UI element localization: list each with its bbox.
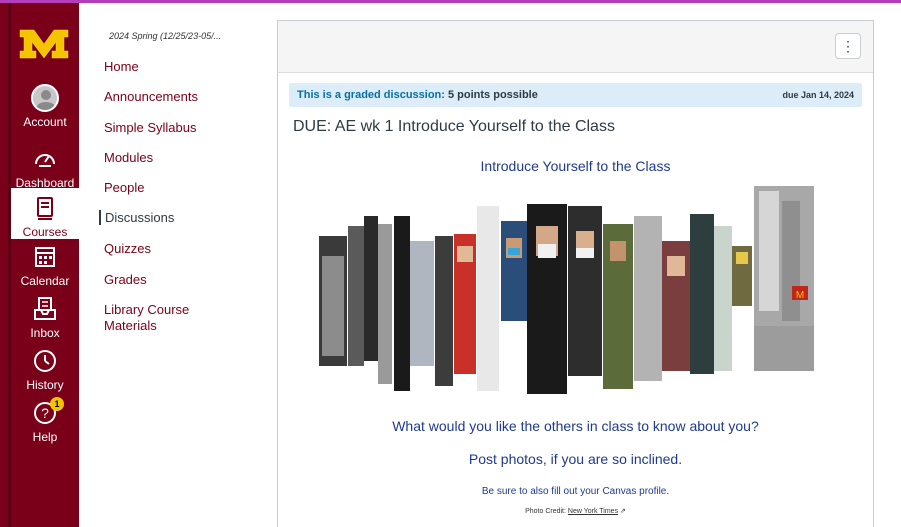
course-nav-people[interactable]: People bbox=[104, 180, 144, 195]
global-nav-history[interactable]: History bbox=[11, 347, 79, 392]
global-nav-inbox-label: Inbox bbox=[30, 326, 60, 340]
global-nav-account[interactable]: Account bbox=[11, 84, 79, 129]
course-nav-home[interactable]: Home bbox=[104, 59, 139, 74]
prompt-question: What would you like the others in class … bbox=[392, 418, 759, 434]
account-avatar-icon bbox=[31, 84, 59, 112]
intro-heading: Introduce Yourself to the Class bbox=[480, 158, 671, 174]
photo-credit-link[interactable]: New York Times bbox=[568, 508, 618, 515]
global-nav-help[interactable]: ? 1 Help bbox=[11, 397, 79, 444]
global-nav-dashboard[interactable]: Dashboard bbox=[11, 145, 79, 190]
photo-credit-label: Photo Credit: bbox=[525, 508, 566, 515]
clock-icon bbox=[34, 350, 56, 372]
courses-book-icon bbox=[37, 197, 53, 220]
due-date: due Jan 14, 2024 bbox=[782, 90, 854, 100]
graded-info: This is a graded discussion: 5 points po… bbox=[297, 89, 538, 101]
course-term: 2024 Spring (12/25/23-05/... bbox=[109, 31, 222, 41]
prompt-profile: Be sure to also fill out your Canvas pro… bbox=[481, 486, 670, 497]
graded-discussion-banner: This is a graded discussion: 5 points po… bbox=[289, 83, 862, 107]
prompt-photos: Post photos, if you are so inclined. bbox=[468, 451, 683, 467]
university-logo-icon[interactable] bbox=[18, 28, 70, 60]
calendar-icon bbox=[35, 247, 55, 267]
page-scrollbar[interactable] bbox=[888, 20, 901, 527]
options-menu-button[interactable]: ⋮ bbox=[835, 33, 861, 59]
global-nav-courses-label: Courses bbox=[22, 225, 68, 239]
faces-collage-image: M bbox=[319, 186, 814, 394]
photo-credit: Photo Credit: New York Times ⇗ bbox=[278, 507, 873, 515]
course-nav-library-course-materials[interactable]: Library Course Materials bbox=[104, 302, 214, 334]
global-nav-help-label: Help bbox=[32, 430, 58, 444]
course-nav-modules[interactable]: Modules bbox=[104, 150, 153, 165]
course-nav-announcements[interactable]: Announcements bbox=[104, 89, 198, 104]
discussion-toolbar: ⋮ bbox=[278, 21, 873, 73]
dashboard-gauge-icon bbox=[35, 154, 55, 167]
svg-text:M: M bbox=[796, 290, 804, 301]
inbox-icon bbox=[34, 297, 56, 320]
points-possible: 5 points possible bbox=[448, 89, 538, 101]
global-nav-inbox[interactable]: Inbox bbox=[11, 295, 79, 340]
global-nav-calendar[interactable]: Calendar bbox=[11, 243, 79, 288]
help-notification-badge: 1 bbox=[50, 397, 64, 411]
global-nav-history-label: History bbox=[26, 378, 64, 392]
discussion-content: ⋮ This is a graded discussion: 5 points … bbox=[277, 20, 874, 527]
global-nav-courses[interactable]: Courses bbox=[11, 188, 79, 239]
svg-text:?: ? bbox=[41, 405, 49, 421]
external-link-icon: ⇗ bbox=[620, 508, 626, 515]
global-nav-account-label: Account bbox=[23, 115, 67, 129]
discussion-title: DUE: AE wk 1 Introduce Yourself to the C… bbox=[293, 118, 615, 135]
course-nav-grades[interactable]: Grades bbox=[104, 272, 147, 287]
course-nav-quizzes[interactable]: Quizzes bbox=[104, 241, 151, 256]
kebab-menu-icon: ⋮ bbox=[841, 38, 855, 54]
course-nav-discussions[interactable]: Discussions bbox=[99, 210, 174, 225]
global-nav-calendar-label: Calendar bbox=[20, 274, 70, 288]
course-nav: 2024 Spring (12/25/23-05/... Home Announ… bbox=[79, 3, 277, 527]
course-nav-simple-syllabus[interactable]: Simple Syllabus bbox=[104, 120, 197, 135]
graded-label: This is a graded discussion: bbox=[297, 89, 445, 101]
